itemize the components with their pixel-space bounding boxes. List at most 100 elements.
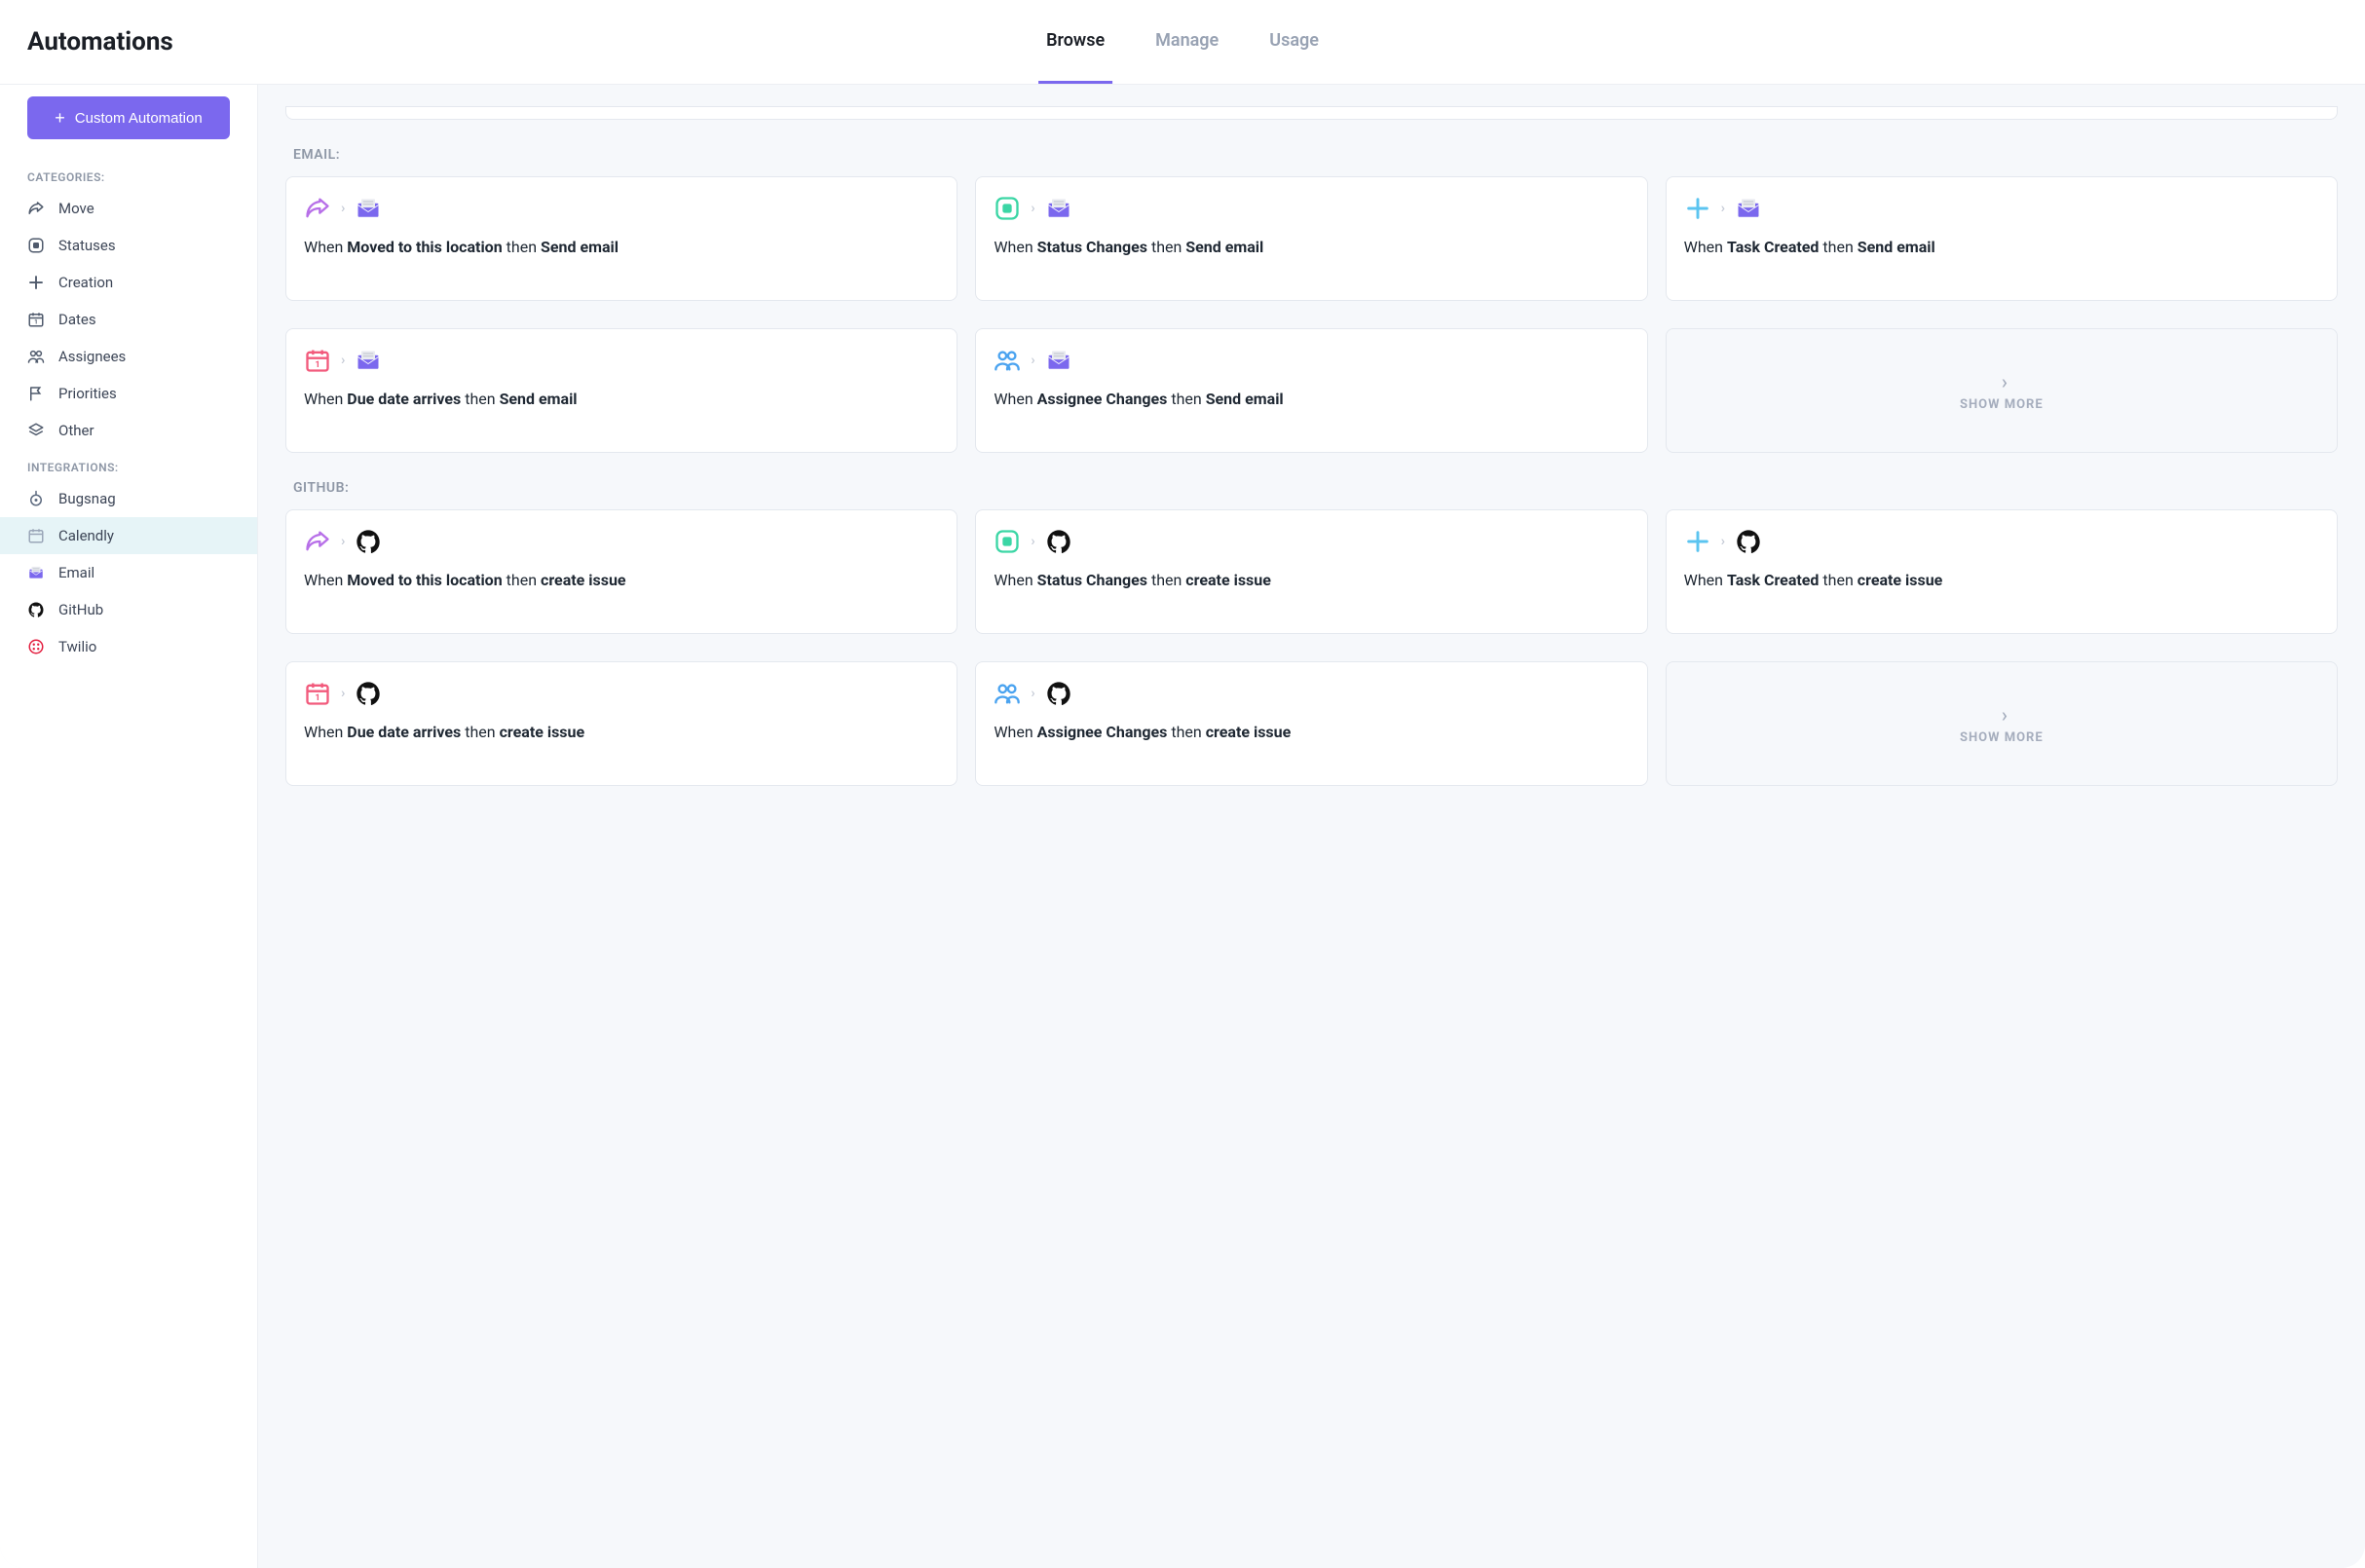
sidebar-item-calendly[interactable]: Calendly <box>0 517 257 554</box>
github-icon <box>1045 528 1072 555</box>
sidebar-item-assignees[interactable]: Assignees <box>0 338 257 375</box>
action-label: Send email <box>1185 238 1263 256</box>
plus-icon: + <box>55 108 65 129</box>
sidebar-item-label: Bugsnag <box>58 490 116 507</box>
trigger-label: Assignee Changes <box>1037 723 1168 741</box>
github-icon <box>27 601 45 618</box>
status-square-icon <box>994 528 1021 555</box>
automation-card[interactable]: ›› When Assignee Changes then create issu… <box>975 661 1647 786</box>
card-icon-row: ›› <box>304 680 939 707</box>
sidebar-item-label: Creation <box>58 274 113 291</box>
trigger-label: Task Created <box>1727 238 1820 256</box>
sidebar-item-label: Statuses <box>58 237 116 254</box>
email-icon <box>27 564 45 581</box>
card-icon-row: ›› <box>994 347 1629 374</box>
main-content: EMAIL:››When Moved to this location then… <box>258 85 2365 1568</box>
automation-card[interactable]: ›› When Due date arrives then create issu… <box>285 661 957 786</box>
plus-cross-icon <box>1684 528 1711 555</box>
when-text: When <box>304 390 347 408</box>
email-icon <box>355 347 382 374</box>
card-icon-row: ›› <box>994 680 1629 707</box>
card-icon-row: ›› <box>994 195 1629 222</box>
integrations-heading: INTEGRATIONS: <box>0 449 257 480</box>
automation-card[interactable]: ››When Task Created then create issue <box>1666 509 2338 634</box>
when-text: When <box>994 571 1036 589</box>
sidebar-item-statuses[interactable]: Statuses <box>0 227 257 264</box>
sidebar-item-priorities[interactable]: Priorities <box>0 375 257 412</box>
card-description: When Due date arrives then create issue <box>304 721 939 744</box>
action-label: create issue <box>541 571 626 589</box>
automation-card[interactable]: ›› When Status Changes then create issue <box>975 509 1647 634</box>
share-arrow-icon <box>27 200 45 217</box>
action-label: create issue <box>1185 571 1271 589</box>
layers-icon <box>27 422 45 439</box>
github-icon <box>355 528 382 555</box>
tab-manage[interactable]: Manage <box>1147 0 1226 84</box>
tab-label: Browse <box>1046 30 1105 51</box>
top-bar: Automations BrowseManageUsage <box>0 0 2365 85</box>
card-icon-row: ›› <box>994 528 1629 555</box>
trigger-label: Task Created <box>1727 571 1820 589</box>
trigger-label: Due date arrives <box>347 390 461 408</box>
sidebar-item-dates[interactable]: Dates <box>0 301 257 338</box>
card-icon-row: ›› <box>304 347 939 374</box>
status-square-icon <box>27 237 45 254</box>
automation-card[interactable]: ›› When Assignee Changes then Send email <box>975 328 1647 453</box>
then-text: then <box>1819 238 1857 256</box>
tabs: Browse Manage Usage <box>1038 0 1327 84</box>
trigger-label: Moved to this location <box>347 571 502 589</box>
automation-card[interactable]: ››When Moved to this location then Send … <box>285 176 957 301</box>
trigger-label: Due date arrives <box>347 723 461 741</box>
sidebar-item-label: GitHub <box>58 601 103 618</box>
trigger-label: Status Changes <box>1037 571 1147 589</box>
tab-label: Usage <box>1269 30 1319 51</box>
card-description: When Assignee Changes then Send email <box>994 388 1629 411</box>
sidebar-item-twilio[interactable]: Twilio <box>0 628 257 665</box>
sidebar-item-move[interactable]: Move <box>0 190 257 227</box>
then-text: then <box>1167 390 1205 408</box>
tab-browse[interactable]: Browse <box>1038 0 1112 84</box>
show-more-button[interactable]: ››SHOW MORE <box>1666 328 2338 453</box>
card-grid: ›› When Due date arrives then create issu… <box>285 661 2338 786</box>
when-text: When <box>1684 238 1727 256</box>
sidebar-item-bugsnag[interactable]: Bugsnag <box>0 480 257 517</box>
email-icon <box>1045 347 1072 374</box>
then-text: then <box>1147 238 1185 256</box>
assignees-icon <box>994 680 1021 707</box>
plus-cross-icon <box>27 274 45 291</box>
card-icon-row: ›› <box>1684 195 2319 222</box>
card-description: When Status Changes then create issue <box>994 569 1629 592</box>
action-label: Send email <box>541 238 619 256</box>
automation-card[interactable]: ››When Status Changes then Send email <box>975 176 1647 301</box>
calendly-icon <box>27 527 45 544</box>
sidebar-item-creation[interactable]: Creation <box>0 264 257 301</box>
when-text: When <box>994 723 1036 741</box>
sidebar-item-label: Email <box>58 564 94 581</box>
action-label: create issue <box>1858 571 1943 589</box>
sidebar-item-email[interactable]: Email <box>0 554 257 591</box>
sidebar-item-github[interactable]: GitHub <box>0 591 257 628</box>
card-description: When Assignee Changes then create issue <box>994 721 1629 744</box>
trigger-label: Moved to this location <box>347 238 502 256</box>
email-icon <box>1735 195 1762 222</box>
plus-cross-icon <box>1684 195 1711 222</box>
tab-label: Manage <box>1155 30 1219 51</box>
action-label: create issue <box>500 723 585 741</box>
then-text: then <box>461 723 499 741</box>
status-square-icon <box>994 195 1021 222</box>
card-icon-row: ›› <box>304 195 939 222</box>
assignees-icon <box>27 348 45 365</box>
card-grid: ›› When Moved to this location then creat… <box>285 509 2338 634</box>
action-label: Send email <box>500 390 578 408</box>
automation-card[interactable]: ››When Due date arrives then Send email <box>285 328 957 453</box>
sidebar-item-other[interactable]: Other <box>0 412 257 449</box>
automation-card[interactable]: ››When Task Created then Send email <box>1666 176 2338 301</box>
custom-automation-label: Custom Automation <box>75 110 203 127</box>
tab-usage[interactable]: Usage <box>1261 0 1327 84</box>
when-text: When <box>1684 571 1727 589</box>
automation-card[interactable]: ››When Moved to this location then creat… <box>285 509 957 634</box>
card-description: When Moved to this location then create … <box>304 569 939 592</box>
card-icon-row: ›› <box>1684 528 2319 555</box>
show-more-button[interactable]: ››SHOW MORE <box>1666 661 2338 786</box>
custom-automation-button[interactable]: + Custom Automation <box>27 96 230 139</box>
